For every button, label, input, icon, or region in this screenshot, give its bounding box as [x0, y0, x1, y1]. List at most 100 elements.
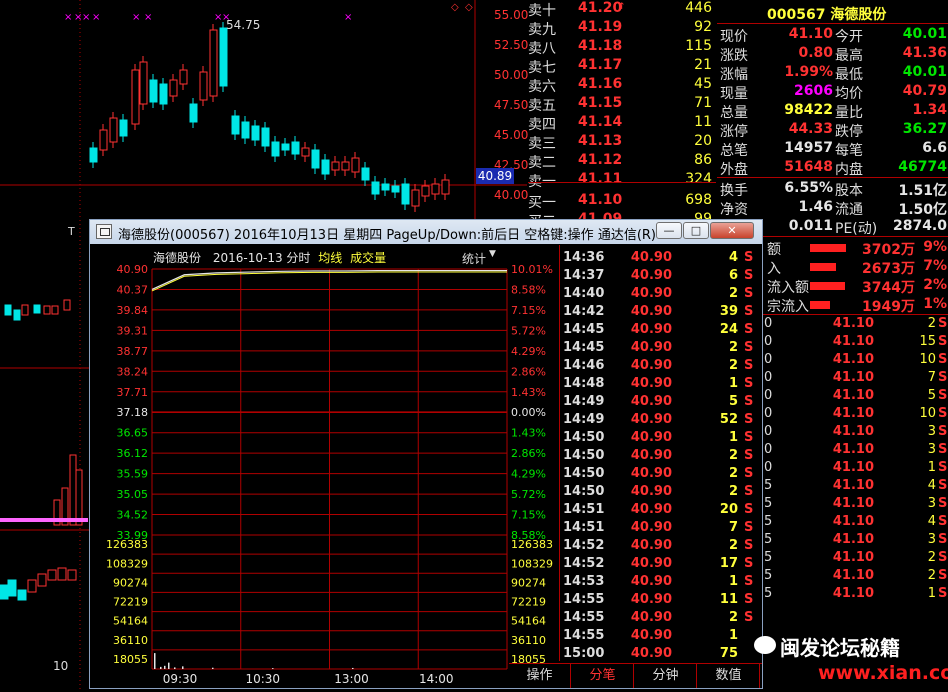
tick-side: S [744, 322, 754, 337]
tick-row: 14:49 40.90 5 S [560, 394, 763, 412]
tick-time: 14:40 [563, 286, 605, 301]
bg-candle-body [311, 149, 320, 169]
order-book-row: 卖四 41.14 11 [528, 114, 716, 133]
close-button[interactable]: ✕ [710, 222, 754, 239]
intraday-chart[interactable]: 40.90 10.01% 40.37 8.58% 39.84 7.15% 39.31 5.72… [92, 245, 559, 688]
order-book-row: 卖一 41.11 324 [528, 171, 716, 190]
tick-volume: 39 [719, 304, 738, 319]
order-price: 41.11 [578, 171, 623, 187]
tick-time: 14:55 [563, 628, 605, 643]
right-tick-volume: 3 [927, 496, 936, 511]
tick-price: 40.90 [630, 250, 672, 265]
tick-row: 14:50 40.90 2 S [560, 484, 763, 502]
bg-candle-body [43, 305, 51, 315]
quote-row: 涨停 44.33 跌停 36.27 [717, 121, 948, 140]
quote-label: 股本 [835, 183, 863, 199]
tick-volume: 6 [728, 268, 738, 283]
tick-tabs[interactable]: 操作 分笔 分钟 数值 [509, 663, 762, 689]
tick-price: 40.90 [630, 394, 672, 409]
bg-candle-body [189, 103, 198, 123]
tab-operate[interactable]: 操作 [509, 664, 571, 688]
tick-row: 14:45 40.90 24 S [560, 322, 763, 340]
flow-label: 宗流入 [767, 299, 809, 315]
tick-volume: 2 [728, 484, 738, 499]
order-volume: 20 [694, 133, 712, 149]
right-tick-side: S [938, 370, 948, 385]
order-volume: 115 [685, 38, 712, 54]
bg-candle-body [331, 161, 340, 171]
bg-candle-body [33, 304, 41, 314]
volume-tick-label: 126383 [106, 538, 148, 551]
tick-row: 14:50 40.90 2 S [560, 466, 763, 484]
bg-candle-body [261, 127, 270, 147]
right-tick-price: 41.10 [832, 586, 874, 601]
bg-candle-body [169, 79, 178, 97]
tick-volume: 2 [728, 466, 738, 481]
tick-side: S [744, 340, 754, 355]
quote-value: 51648 [784, 159, 833, 175]
tab-minute[interactable]: 分钟 [635, 664, 697, 688]
quote-divider [717, 23, 948, 24]
price-tick-label: 38.77 [117, 345, 149, 358]
tick-volume: 24 [719, 322, 738, 337]
volume-tick-label: 90274 [113, 576, 148, 589]
tick-row: 14:48 40.90 1 S [560, 376, 763, 394]
tick-volume: 2 [728, 538, 738, 553]
order-book-row: 卖九 41.19 92 [528, 19, 716, 38]
chart-avg-label: 均线 [318, 251, 343, 265]
stats-button[interactable]: 统计 [462, 250, 486, 267]
bg-candle-body [89, 147, 98, 163]
pct-tick-label: 1.43% [511, 386, 546, 399]
right-tick-row: 0 41.10 3 S [764, 424, 948, 442]
stats-dropdown-icon[interactable]: ▼ [489, 249, 496, 259]
right-tick-time: 5 [764, 586, 773, 601]
right-tick-row: 5 41.10 3 S [764, 496, 948, 514]
quote-value: 1.51亿 [898, 183, 947, 199]
bg-candle-body [391, 185, 400, 193]
quote-label: 最高 [835, 48, 863, 64]
right-tick-price: 41.10 [832, 550, 874, 565]
right-tick-time: 0 [764, 370, 773, 385]
quote-label: 现量 [720, 86, 748, 102]
quote-value: 1.46 [798, 199, 833, 215]
order-price: 41.15 [578, 95, 623, 111]
right-tick-row: 0 41.10 7 S [764, 370, 948, 388]
dialog-titlebar[interactable]: 海德股份(000567) 2016年10月13日 星期四 PageUp/Down… [90, 220, 762, 244]
tick-row: 14:42 40.90 39 S [560, 304, 763, 322]
order-label: 卖四 [528, 117, 556, 133]
right-tick-side: S [938, 334, 948, 349]
quote-label: 换手 [720, 183, 748, 199]
order-price: 41.18 [578, 38, 623, 54]
tick-table[interactable]: 14:36 40.90 4 S 14:37 40.90 6 S 14:40 40.90 2 S 14:4… [559, 245, 763, 661]
tab-values[interactable]: 数值 [698, 664, 760, 688]
bg-candle-body [411, 189, 420, 207]
order-price: 41.12 [578, 152, 623, 168]
tick-price: 40.90 [630, 628, 672, 643]
right-tick-time: 5 [764, 550, 773, 565]
tab-ticks[interactable]: 分笔 [572, 664, 634, 688]
right-tick-row: 5 41.10 2 S [764, 550, 948, 568]
order-volume: 71 [694, 95, 712, 111]
right-tick-time: 0 [764, 460, 773, 475]
tick-row: 14:49 40.90 52 S [560, 412, 763, 430]
volume-bar [174, 667, 176, 669]
volume-tick-label-right: 36110 [511, 634, 546, 647]
quote-value: 40.01 [902, 64, 947, 80]
intraday-dialog[interactable]: 海德股份(000567) 2016年10月13日 星期四 PageUp/Down… [89, 219, 763, 689]
maximize-button[interactable]: □ [683, 222, 709, 239]
order-price: 41.20 [578, 0, 623, 16]
tick-price: 40.90 [630, 322, 672, 337]
bg-candle-body [119, 119, 128, 137]
flow-pct: 2% [923, 277, 947, 293]
bg-candle-body [321, 159, 330, 175]
volume-tick-label: 108329 [106, 557, 148, 570]
flow-value: 2673万 [862, 261, 915, 277]
price-axis-label: 47.50 [494, 98, 529, 112]
minimize-button[interactable]: — [656, 222, 682, 239]
tick-side: S [744, 304, 754, 319]
pct-tick-label: 2.86% [511, 447, 546, 460]
right-tick-time: 0 [764, 424, 773, 439]
flow-label: 入 [767, 261, 781, 277]
volume-bar [182, 666, 184, 669]
quote-value: 1.50亿 [898, 202, 947, 218]
